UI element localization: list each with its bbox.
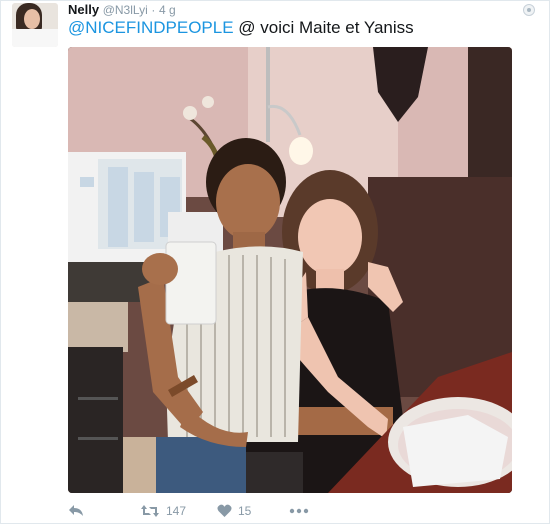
timestamp[interactable]: 4 g — [159, 3, 176, 17]
like-count: 15 — [238, 504, 252, 518]
mention-link[interactable]: @NICEFINDPEOPLE — [68, 18, 234, 37]
tweet-actions: 147 15 — [68, 501, 368, 521]
tweet-photo[interactable] — [68, 47, 512, 493]
reply-button[interactable] — [68, 501, 84, 521]
retweet-count: 147 — [166, 504, 187, 518]
heart-icon — [217, 504, 232, 517]
retweet-button[interactable]: 147 — [140, 501, 186, 521]
tweet-text: @NICEFINDPEOPLE @ voici Maite et Yaniss — [68, 18, 414, 38]
separator-dot: · — [151, 3, 156, 17]
tweet-body: @ voici Maite et Yaniss — [233, 18, 414, 37]
more-icon — [289, 508, 309, 514]
tweet-card[interactable]: Nelly @N3lLyi · 4 g @NICEFINDPEOPLE @ vo… — [0, 0, 550, 524]
tweet-header: Nelly @N3lLyi · 4 g — [68, 2, 176, 18]
like-button[interactable]: 15 — [217, 501, 251, 521]
author-name[interactable]: Nelly — [68, 2, 99, 17]
avatar[interactable] — [12, 3, 58, 47]
retweet-icon — [141, 505, 159, 517]
more-button[interactable] — [289, 501, 309, 521]
reply-icon — [69, 505, 83, 516]
caret-icon[interactable] — [523, 4, 535, 16]
photo-illustration — [68, 47, 512, 493]
author-handle[interactable]: @N3lLyi — [103, 3, 148, 17]
